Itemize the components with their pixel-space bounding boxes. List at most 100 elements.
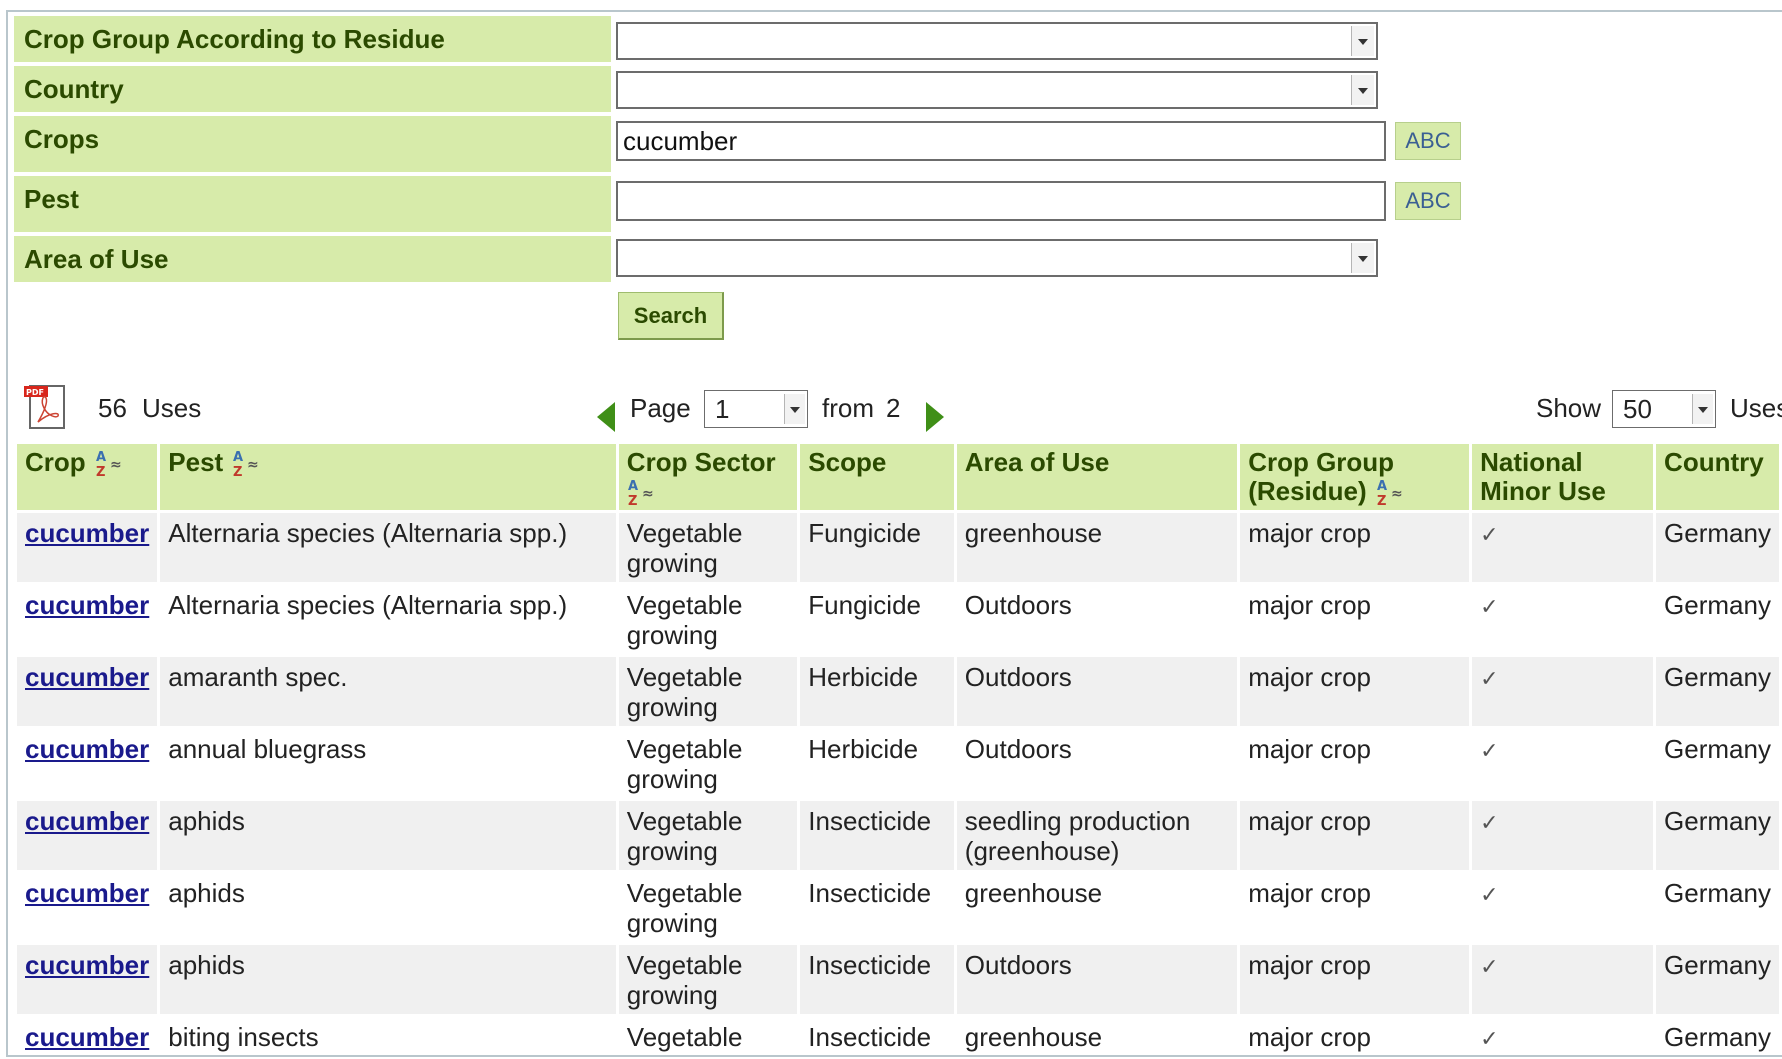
cell-country: Germany (1656, 870, 1779, 942)
table-row: cucumber aphids Vegetable growing Insecticid… (17, 942, 1779, 1014)
crop-link[interactable]: cucumber (25, 878, 149, 908)
table-row: cucumber biting insects Vegetable Insectici… (17, 1014, 1779, 1055)
crop-link[interactable]: cucumber (25, 734, 149, 764)
next-page-icon[interactable] (926, 402, 944, 432)
show-select-value: 50 (1623, 394, 1652, 424)
header-crop-group[interactable]: Crop Group (Residue) A Z ≈ (1240, 444, 1470, 510)
check-icon: ✓ (1480, 882, 1499, 907)
area-of-use-select[interactable] (616, 239, 1378, 277)
header-country: Country (1656, 444, 1779, 510)
cell-crop-sector: Vegetable growing (618, 654, 798, 726)
cell-pest: Alternaria species (Alternaria spp.) (160, 582, 616, 654)
page-select[interactable]: 1 (704, 390, 808, 428)
cell-scope: Herbicide (800, 654, 954, 726)
chevron-down-icon[interactable] (1692, 394, 1713, 424)
results-table: Crop A Z ≈ Pest A Z ≈ Crop Sector A Z ≈ Scope … (14, 444, 1782, 1055)
cell-pest: aphids (160, 942, 616, 1014)
svg-text:A: A (628, 479, 638, 494)
check-icon: ✓ (1480, 666, 1499, 691)
check-icon: ✓ (1480, 594, 1499, 619)
svg-text:≈: ≈ (247, 457, 259, 473)
cell-crop-group: major crop (1240, 870, 1470, 942)
cell-crop: cucumber (17, 1014, 158, 1055)
crop-link[interactable]: cucumber (25, 662, 149, 692)
cell-crop-sector: Vegetable growing (618, 798, 798, 870)
sort-icon[interactable]: AZ ≈ (95, 449, 125, 479)
sort-icon[interactable]: AZ ≈ (627, 478, 657, 508)
pest-abc-button[interactable]: ABC (1395, 182, 1461, 220)
show-label: Show (1536, 393, 1602, 423)
table-row: cucumber aphids Vegetable growing Insecticid… (17, 870, 1779, 942)
check-icon: ✓ (1480, 738, 1499, 763)
svg-text:A: A (1377, 479, 1387, 494)
header-pest[interactable]: Pest A Z ≈ (160, 444, 616, 510)
table-header-row: Crop A Z ≈ Pest A Z ≈ Crop Sector A Z ≈ Scope … (17, 444, 1779, 510)
cell-national-minor-use: ✓ (1472, 582, 1654, 654)
total-pages: 2 (886, 393, 901, 423)
cell-national-minor-use: ✓ (1472, 942, 1654, 1014)
page-select-value: 1 (715, 394, 730, 424)
cell-area-of-use: Outdoors (956, 942, 1238, 1014)
table-row: cucumber Alternaria species (Alternaria s… (17, 582, 1779, 654)
previous-page-icon[interactable] (597, 402, 615, 432)
check-icon: ✓ (1480, 1026, 1499, 1051)
svg-text:A: A (233, 450, 243, 465)
header-crop[interactable]: Crop A Z ≈ (17, 444, 158, 510)
cell-country: Germany (1656, 726, 1779, 798)
header-scope: Scope (800, 444, 954, 510)
pest-label: Pest (14, 176, 611, 232)
cell-scope: Fungicide (800, 510, 954, 582)
chevron-down-icon[interactable] (1351, 243, 1374, 273)
crops-input[interactable]: cucumber (616, 121, 1386, 161)
table-row: cucumber Alternaria species (Alternaria s… (17, 510, 1779, 582)
check-icon: ✓ (1480, 954, 1499, 979)
sort-icon[interactable]: AZ ≈ (1376, 478, 1406, 508)
check-icon: ✓ (1480, 810, 1499, 835)
cell-crop: cucumber (17, 510, 158, 582)
cell-scope: Fungicide (800, 582, 954, 654)
crop-group-label: Crop Group According to Residue (14, 16, 611, 62)
cell-crop: cucumber (17, 798, 158, 870)
cell-scope: Insecticide (800, 798, 954, 870)
show-select[interactable]: 50 (1612, 390, 1716, 428)
crops-abc-button[interactable]: ABC (1395, 122, 1461, 160)
cell-area-of-use: Outdoors (956, 726, 1238, 798)
crop-link[interactable]: cucumber (25, 806, 149, 836)
chevron-down-icon[interactable] (784, 394, 805, 424)
header-national-minor-use: National Minor Use (1472, 444, 1654, 510)
cell-crop-group: major crop (1240, 942, 1470, 1014)
check-icon: ✓ (1480, 522, 1499, 547)
cell-scope: Insecticide (800, 870, 954, 942)
crop-link[interactable]: cucumber (25, 590, 149, 620)
crop-link[interactable]: cucumber (25, 950, 149, 980)
country-select[interactable] (616, 71, 1378, 109)
svg-text:PDF: PDF (26, 388, 44, 397)
pdf-export-icon[interactable]: PDF (22, 382, 72, 432)
svg-text:≈: ≈ (110, 457, 122, 473)
header-crop-sector[interactable]: Crop Sector A Z ≈ (618, 444, 798, 510)
cell-crop-group: major crop (1240, 798, 1470, 870)
cell-country: Germany (1656, 798, 1779, 870)
cell-crop-group: major crop (1240, 1014, 1470, 1055)
cell-crop-sector: Vegetable growing (618, 510, 798, 582)
cell-crop-group: major crop (1240, 510, 1470, 582)
cell-national-minor-use: ✓ (1472, 726, 1654, 798)
show-uses-label: Uses (1730, 393, 1782, 423)
cell-country: Germany (1656, 654, 1779, 726)
crop-link[interactable]: cucumber (25, 1022, 149, 1052)
chevron-down-icon[interactable] (1351, 75, 1374, 105)
crop-group-select[interactable] (616, 22, 1378, 60)
search-button[interactable]: Search (618, 292, 724, 340)
chevron-down-icon[interactable] (1351, 26, 1374, 56)
cell-pest: annual bluegrass (160, 726, 616, 798)
crop-link[interactable]: cucumber (25, 518, 149, 548)
pest-input[interactable] (616, 181, 1386, 221)
cell-crop-group: major crop (1240, 582, 1470, 654)
cell-crop-group: major crop (1240, 726, 1470, 798)
crops-label: Crops (14, 116, 611, 172)
sort-icon[interactable]: AZ ≈ (232, 449, 262, 479)
cell-country: Germany (1656, 942, 1779, 1014)
svg-text:≈: ≈ (1391, 486, 1403, 502)
uses-count: 56 (98, 393, 127, 423)
cell-area-of-use: Outdoors (956, 654, 1238, 726)
